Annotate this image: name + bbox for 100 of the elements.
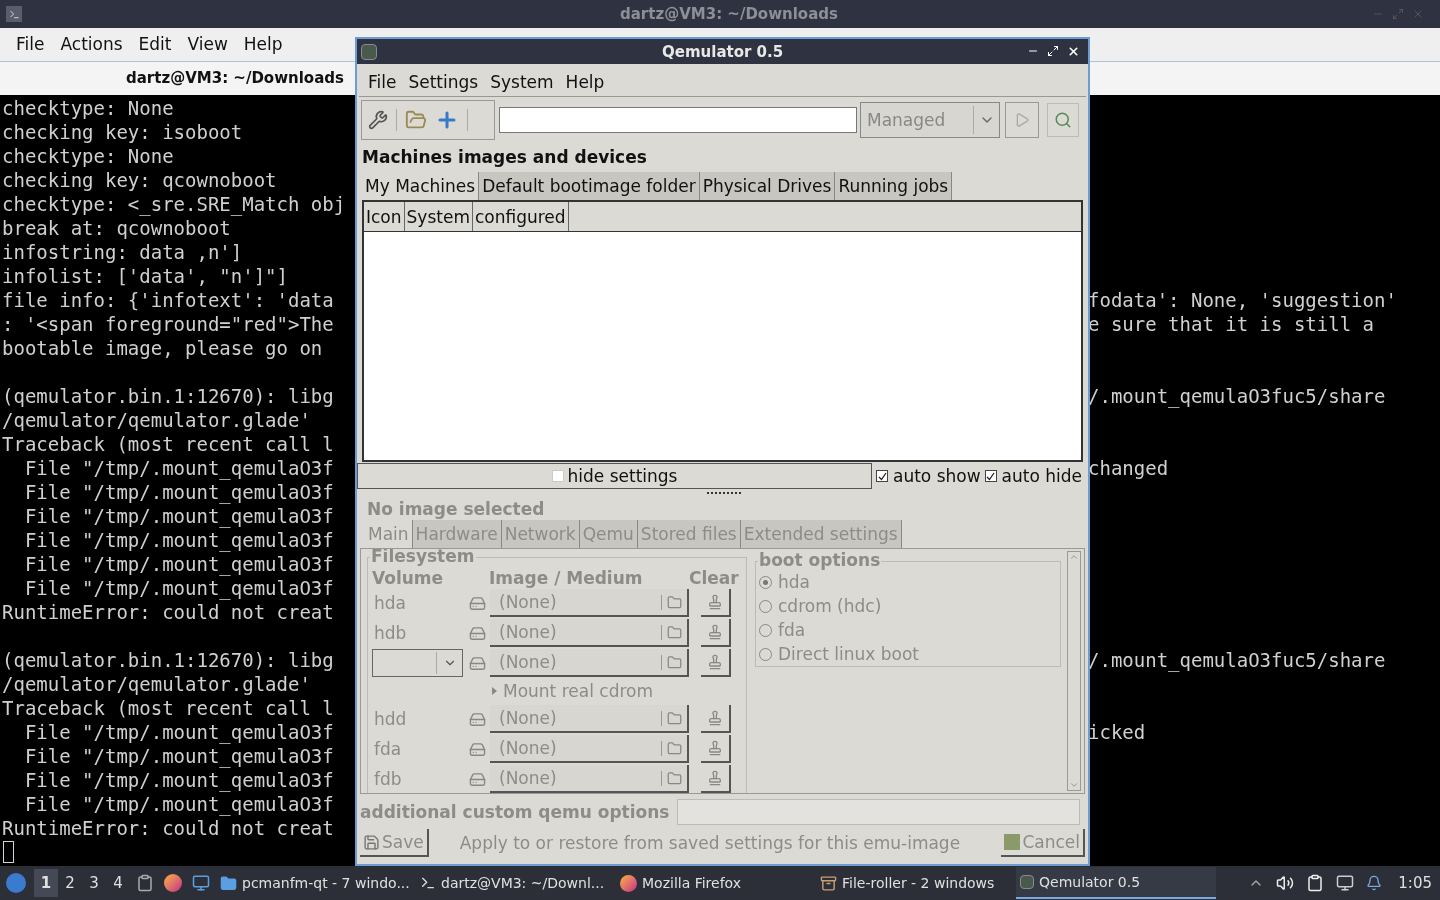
task-button[interactable]: File-roller - 2 windows xyxy=(816,867,1016,899)
folder-icon[interactable] xyxy=(405,109,427,131)
stamp-icon xyxy=(707,654,723,670)
menu-item[interactable]: Settings xyxy=(403,71,484,92)
folder-icon xyxy=(220,874,237,892)
column-header[interactable]: System xyxy=(404,202,473,231)
terminal-line: checktype: None xyxy=(2,144,174,167)
desktop-switch[interactable]: 4 xyxy=(106,869,130,897)
terminal-line: RuntimeError: could not creat xyxy=(2,600,334,623)
terminal-line: (qemulator.bin.1:12670): libg xyxy=(2,648,334,671)
text-field[interactable] xyxy=(499,107,857,133)
stamp-icon xyxy=(707,770,723,786)
clock: 1:05 xyxy=(1398,872,1432,894)
checkbox[interactable] xyxy=(984,470,997,482)
task-button[interactable]: pcmanfm-qt - 7 windo... xyxy=(216,867,416,899)
app-icon xyxy=(1020,875,1034,889)
menu-item[interactable]: View xyxy=(181,31,234,58)
terminal-line: infolist: ['data', "n']"] xyxy=(2,264,288,287)
terminal-line: File "/tmp/.mount_qemulaO3f xyxy=(23,552,334,575)
play-icon xyxy=(1014,112,1030,128)
terminal-line: fodata': None, 'suggestion' xyxy=(1088,287,1397,313)
terminal-line: : '<span foreground="red">The xyxy=(2,312,334,335)
tab[interactable]: Physical Drives xyxy=(699,172,836,200)
terminal-line: checking key: qcownoboot xyxy=(2,168,277,191)
menu-item[interactable]: Actions xyxy=(54,31,129,58)
menu-item[interactable]: System xyxy=(485,71,559,92)
terminal-line: changed xyxy=(1088,455,1169,481)
settings-title: No image selected xyxy=(367,498,546,520)
tab[interactable]: Running jobs xyxy=(835,172,953,200)
clipboard-icon[interactable] xyxy=(1306,874,1325,892)
radio-label: hda xyxy=(778,572,810,592)
terminal-line: checktype: None xyxy=(2,96,174,119)
terminal-line: /qemulator/qemulator.glade' xyxy=(2,672,311,695)
folder-icon[interactable] xyxy=(667,654,682,670)
stamp-icon xyxy=(707,710,723,726)
app-icon xyxy=(361,43,377,60)
group-title: Filesystem xyxy=(370,549,476,566)
terminal-line: icked xyxy=(1088,719,1146,745)
checkbox-label: auto show xyxy=(893,466,981,486)
folder-icon[interactable] xyxy=(667,710,682,726)
terminal-line: Traceback (most recent call l xyxy=(2,432,334,455)
folder-icon[interactable] xyxy=(667,740,682,756)
menu-item[interactable]: File xyxy=(10,31,51,58)
terminal-line: File "/tmp/.mount_qemulaO3f xyxy=(23,576,334,599)
notification-icon[interactable] xyxy=(1366,875,1383,891)
terminal-line: File "/tmp/.mount_qemulaO3f xyxy=(23,792,334,815)
terminal-line: infostring: data ,n'] xyxy=(2,240,243,263)
terminal-line: /qemulator/qemulator.glade' xyxy=(2,408,311,431)
options-label: additional custom qemu options xyxy=(360,802,670,822)
terminal-line: File "/tmp/.mount_qemulaO3f xyxy=(23,768,334,791)
wrench-icon[interactable] xyxy=(368,110,388,130)
maximize-icon[interactable] xyxy=(1047,45,1059,57)
task-button[interactable]: dartz@VM3: ~/Downl... xyxy=(416,867,616,899)
terminal-line: File "/tmp/.mount_qemulaO3f xyxy=(23,504,334,527)
menu-item[interactable]: File xyxy=(363,71,402,92)
tab[interactable]: Default bootimage folder xyxy=(479,172,700,200)
column-header: Clear xyxy=(689,568,739,588)
options-field[interactable] xyxy=(677,799,1081,825)
checkbox[interactable] xyxy=(876,470,888,482)
resize-handle[interactable] xyxy=(706,490,741,494)
radio-label: fda xyxy=(778,620,806,640)
group-title: boot options xyxy=(758,550,882,570)
folder-icon[interactable] xyxy=(667,770,682,786)
menu-item[interactable]: Edit xyxy=(132,31,178,58)
start-menu-icon[interactable] xyxy=(6,873,26,893)
close-icon[interactable] xyxy=(1067,45,1080,58)
hide-settings-button[interactable]: hide settings xyxy=(357,463,872,489)
terminal-line: file info: {'infotext': 'data xyxy=(2,288,334,311)
folder-icon[interactable] xyxy=(667,624,682,640)
terminal-tab[interactable]: dartz@VM3: ~/Downloads xyxy=(126,67,344,90)
volume-icon[interactable] xyxy=(1276,874,1295,892)
terminal-line: checking key: isoboot xyxy=(2,120,243,143)
cursor-icon xyxy=(3,841,14,863)
desktop-switch[interactable]: 2 xyxy=(58,869,82,897)
radio-label: Direct linux boot xyxy=(778,644,920,664)
window-title: Qemulator 0.5 xyxy=(662,41,784,62)
terminal-line: /.mount_qemulaO3fuc5/share xyxy=(1088,647,1386,674)
checkbox-label: auto hide xyxy=(1001,466,1083,486)
terminal-line: File "/tmp/.mount_qemulaO3f xyxy=(23,744,334,767)
terminal-line: bootable image, please go on xyxy=(2,336,323,359)
radio-label: cdrom (hdc) xyxy=(778,596,882,616)
volume-label: hdb xyxy=(373,623,408,643)
column-header[interactable]: configured xyxy=(472,202,569,231)
volume-label: fda xyxy=(373,739,403,759)
folder-icon[interactable] xyxy=(667,594,682,610)
search-button[interactable] xyxy=(1047,103,1079,137)
terminal-line: File "/tmp/.mount_qemulaO3f xyxy=(23,528,334,551)
task-button[interactable]: Qemulator 0.5 xyxy=(1016,867,1216,899)
terminal-line: /.mount_qemulaO3fuc5/share xyxy=(1088,383,1386,410)
column-header[interactable]: Icon xyxy=(364,202,405,231)
menu-item[interactable]: Help xyxy=(560,71,610,92)
menu-item[interactable]: Help xyxy=(237,31,289,58)
volume-label: hdd xyxy=(373,709,408,729)
desktop-switch[interactable]: 3 xyxy=(82,869,106,897)
task-button[interactable]: Mozilla Firefox xyxy=(616,867,816,899)
desktop-icon[interactable] xyxy=(192,874,210,892)
terminal-line: File "/tmp/.mount_qemulaO3f xyxy=(23,456,334,479)
window-title: dartz@VM3: ~/Downloads xyxy=(620,3,838,25)
column-header: Image / Medium xyxy=(489,568,644,588)
desktop-switch[interactable]: 1 xyxy=(34,869,58,897)
